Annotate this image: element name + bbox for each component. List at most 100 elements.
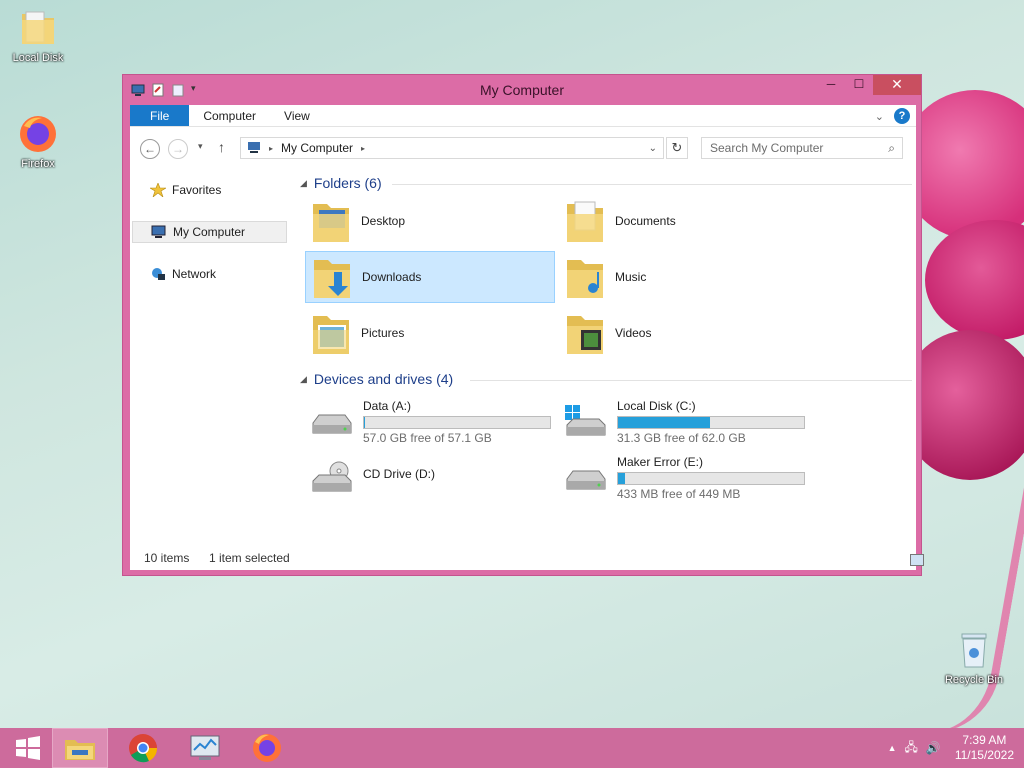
collapse-icon[interactable]: ◢: [300, 178, 307, 189]
drive-usage-bar: [617, 416, 805, 429]
search-icon: ⌕: [888, 141, 895, 155]
large-icons-view-icon[interactable]: [910, 554, 924, 566]
up-button[interactable]: ↑: [218, 139, 225, 155]
title-bar[interactable]: ▾ My Computer ─ ☐ ✕: [123, 75, 921, 105]
drive-free-space: 433 MB free of 449 MB: [617, 487, 741, 501]
start-button[interactable]: [0, 728, 56, 768]
breadcrumb-separator-icon[interactable]: ▸: [361, 144, 365, 153]
nav-item-network[interactable]: Network: [132, 263, 287, 285]
navigation-pane: Favorites My Computer Network: [130, 171, 296, 541]
drive-tile-e[interactable]: Maker Error (E:) 433 MB free of 449 MB: [559, 453, 809, 503]
folder-name: Pictures: [361, 326, 405, 340]
back-button[interactable]: ←: [140, 139, 160, 159]
nav-item-favorites[interactable]: Favorites: [132, 179, 287, 201]
desktop-icon-label: Firefox: [21, 158, 55, 170]
refresh-button[interactable]: ↻: [666, 137, 688, 159]
close-button[interactable]: ✕: [873, 75, 921, 95]
computer-icon: [151, 225, 167, 239]
drive-usage-bar: [617, 472, 805, 485]
folder-tile-desktop[interactable]: Desktop: [305, 195, 555, 247]
system-drive-icon: [563, 405, 609, 441]
window-content: File Computer View ⌄ ? ← → ▾ ↑ ▸ My Comp…: [130, 105, 924, 570]
folder-name: Downloads: [362, 270, 422, 284]
network-icon: [150, 267, 166, 281]
selection-count: 1 item selected: [209, 551, 290, 565]
clock-time: 7:39 AM: [962, 733, 1007, 747]
file-explorer-icon: [65, 740, 95, 760]
firefox-icon: [16, 112, 60, 156]
folder-name: Videos: [615, 326, 652, 340]
folder-tile-documents[interactable]: Documents: [559, 195, 809, 247]
drive-tile-a[interactable]: Data (A:) 57.0 GB free of 57.1 GB: [305, 397, 555, 447]
tab-file[interactable]: File: [130, 105, 190, 126]
search-input[interactable]: Search My Computer ⌕: [701, 137, 903, 159]
drives-group-header[interactable]: ◢ Devices and drives (4): [300, 371, 912, 387]
drive-free-space: 57.0 GB free of 57.1 GB: [363, 431, 492, 445]
drive-name: Local Disk (C:): [617, 399, 696, 413]
help-icon[interactable]: ?: [894, 108, 910, 124]
tab-view[interactable]: View: [270, 105, 324, 126]
documents-folder-icon: [565, 198, 605, 244]
hard-drive-icon: [309, 405, 355, 441]
desktop-icon-recycle-bin[interactable]: Recycle Bin: [938, 628, 1010, 686]
search-placeholder: Search My Computer: [710, 141, 824, 155]
desktop-icon-local-disk[interactable]: Local Disk: [2, 6, 74, 64]
drive-usage-bar: [363, 416, 551, 429]
drive-free-space: 31.3 GB free of 62.0 GB: [617, 431, 746, 445]
maximize-button[interactable]: ☐: [845, 75, 873, 95]
system-tray: ▲ 🖧 🔊 7:39 AM 11/15/2022: [888, 728, 1014, 768]
folder-name: Desktop: [361, 214, 406, 228]
content-pane: ◢ Folders (6) Desktop Documents Download…: [296, 171, 916, 543]
collapse-icon[interactable]: ◢: [300, 374, 307, 385]
tab-computer[interactable]: Computer: [189, 105, 270, 126]
monitor-icon: [190, 735, 220, 760]
minimize-button[interactable]: ─: [817, 75, 845, 95]
taskbar: ▲ 🖧 🔊 7:39 AM 11/15/2022: [0, 728, 1024, 768]
group-label: Folders (6): [313, 175, 382, 191]
folder-tile-music[interactable]: Music: [559, 251, 809, 303]
desktop-icon-label: Local Disk: [12, 52, 64, 64]
videos-folder-icon: [565, 310, 605, 356]
taskbar-file-explorer[interactable]: [52, 728, 108, 768]
address-dropdown-icon[interactable]: ⌄: [649, 143, 657, 154]
wallpaper-stem: [917, 475, 1024, 745]
recent-locations-icon[interactable]: ▾: [198, 141, 203, 152]
clock[interactable]: 7:39 AM 11/15/2022: [955, 733, 1014, 763]
folder-name: Documents: [615, 214, 676, 228]
forward-button[interactable]: →: [168, 139, 188, 159]
folder-tile-pictures[interactable]: Pictures: [305, 307, 555, 359]
pictures-folder-icon: [311, 310, 351, 356]
drive-name: Maker Error (E:): [617, 455, 704, 469]
window-title: My Computer: [479, 82, 565, 98]
divider: [470, 380, 912, 381]
breadcrumb-separator-icon[interactable]: ▸: [269, 144, 273, 153]
taskbar-firefox[interactable]: [239, 728, 295, 768]
folder-name: Music: [615, 270, 647, 284]
network-status-icon[interactable]: 🖧: [904, 738, 917, 759]
drive-tile-c[interactable]: Local Disk (C:) 31.3 GB free of 62.0 GB: [559, 397, 809, 447]
drive-name: Data (A:): [363, 399, 412, 413]
drive-usage-fill: [618, 417, 711, 428]
clock-date: 11/15/2022: [954, 748, 1014, 762]
desktop-icon-firefox[interactable]: Firefox: [2, 112, 74, 170]
chrome-icon: [129, 734, 158, 763]
address-bar[interactable]: ▸ My Computer ▸ ⌄: [240, 137, 664, 159]
nav-item-my-computer[interactable]: My Computer: [132, 221, 287, 243]
folder-tile-downloads[interactable]: Downloads: [305, 251, 555, 303]
cd-drive-icon: [309, 461, 355, 497]
ribbon-tabs: File Computer View ⌄ ?: [130, 105, 916, 127]
firefox-icon: [253, 734, 281, 762]
taskbar-performance-monitor[interactable]: [177, 728, 233, 768]
breadcrumb-my-computer[interactable]: My Computer: [281, 141, 353, 155]
drive-tile-d[interactable]: CD Drive (D:): [305, 453, 555, 503]
expand-ribbon-icon[interactable]: ⌄: [875, 110, 884, 123]
taskbar-chrome[interactable]: [115, 728, 171, 768]
show-hidden-icons-icon[interactable]: ▲: [888, 743, 897, 753]
folder-tile-videos[interactable]: Videos: [559, 307, 809, 359]
music-folder-icon: [565, 254, 605, 300]
wallpaper-petal: [925, 220, 1024, 340]
volume-icon[interactable]: 🔊: [926, 741, 941, 755]
hard-drive-icon: [563, 461, 609, 497]
folders-group-header[interactable]: ◢ Folders (6): [300, 175, 912, 191]
windows-logo-icon: [16, 736, 40, 760]
